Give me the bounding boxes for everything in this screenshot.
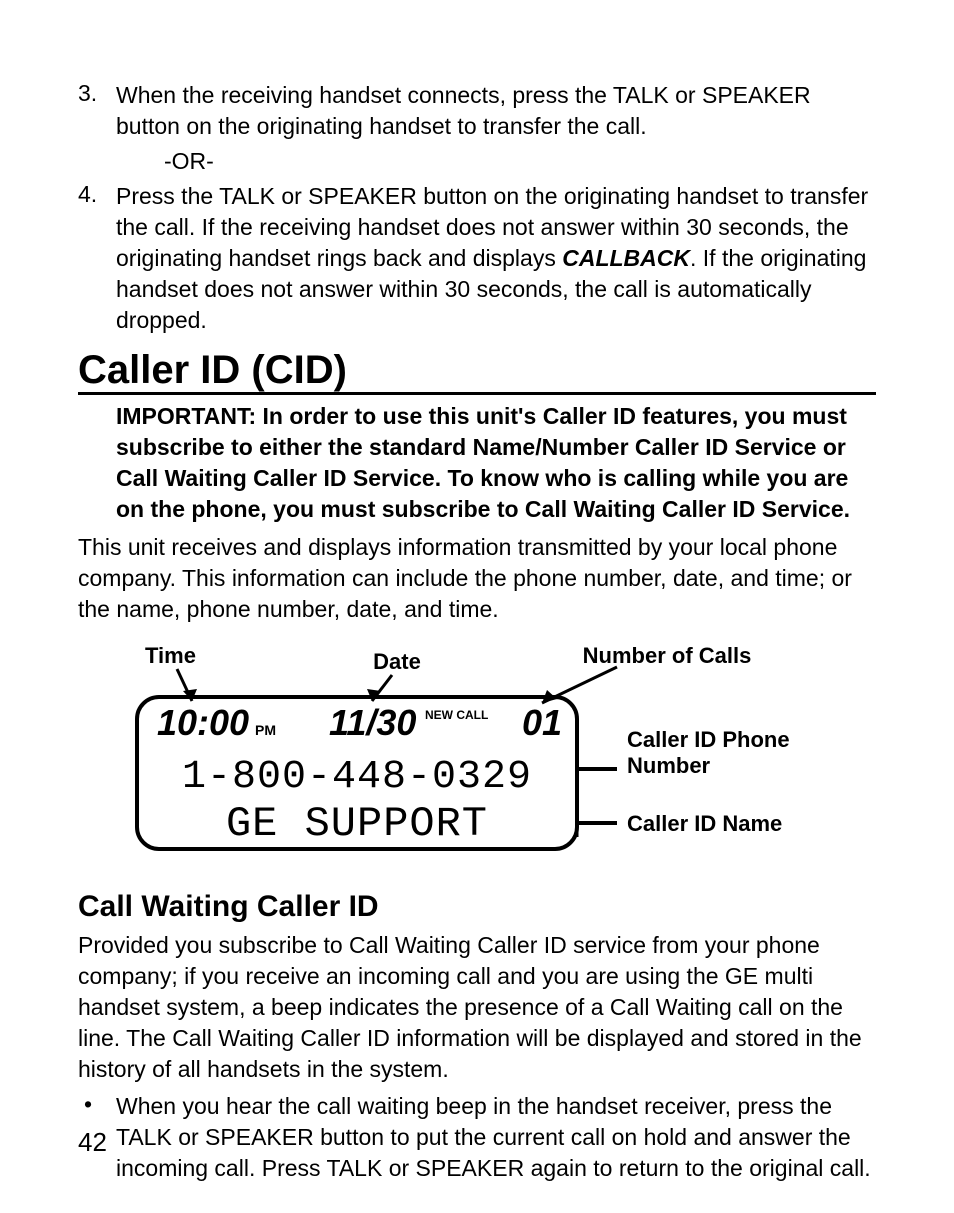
step-4: 4. Press the TALK or SPEAKER button on t… xyxy=(78,181,876,336)
step-text: When the receiving handset connects, pre… xyxy=(116,80,876,142)
lcd-time: 10:00 xyxy=(157,702,249,743)
step-text: Press the TALK or SPEAKER button on the … xyxy=(116,181,876,336)
heading-caller-id: Caller ID (CID) xyxy=(78,348,876,395)
or-separator: -OR- xyxy=(78,148,876,175)
label-phone-2: Number xyxy=(627,753,711,778)
step-number: 4. xyxy=(78,181,116,336)
lcd-diagram: Time Date Number of Calls 10:00 PM 11/30… xyxy=(97,639,857,874)
heading-call-waiting: Call Waiting Caller ID xyxy=(78,890,876,924)
lcd-count: 01 xyxy=(522,702,562,743)
step-number: 3. xyxy=(78,80,116,142)
bullet-item: • When you hear the call waiting beep in… xyxy=(78,1091,876,1184)
lcd-svg: Time Date Number of Calls 10:00 PM 11/30… xyxy=(97,639,857,869)
label-phone-1: Caller ID Phone xyxy=(627,727,790,752)
step-3: 3. When the receiving handset connects, … xyxy=(78,80,876,142)
lcd-newcall: NEW CALL xyxy=(425,708,488,722)
bullet-text: When you hear the call waiting beep in t… xyxy=(116,1091,876,1184)
cid-paragraph: This unit receives and displays informat… xyxy=(78,532,876,625)
label-time: Time xyxy=(145,643,196,668)
label-date: Date xyxy=(373,649,421,674)
page-number: 42 xyxy=(78,1127,107,1158)
label-calls: Number of Calls xyxy=(583,643,752,668)
lcd-date: 11/30 xyxy=(329,702,416,743)
label-name: Caller ID Name xyxy=(627,811,782,836)
lcd-pm: PM xyxy=(255,722,276,738)
important-notice: IMPORTANT: In order to use this unit's C… xyxy=(78,401,876,525)
cw-paragraph: Provided you subscribe to Call Waiting C… xyxy=(78,930,876,1085)
lcd-phone: 1-800-448-0329 xyxy=(182,755,532,800)
callback-word: CALLBACK xyxy=(562,245,690,271)
lcd-name: GE SUPPORT xyxy=(226,800,488,848)
